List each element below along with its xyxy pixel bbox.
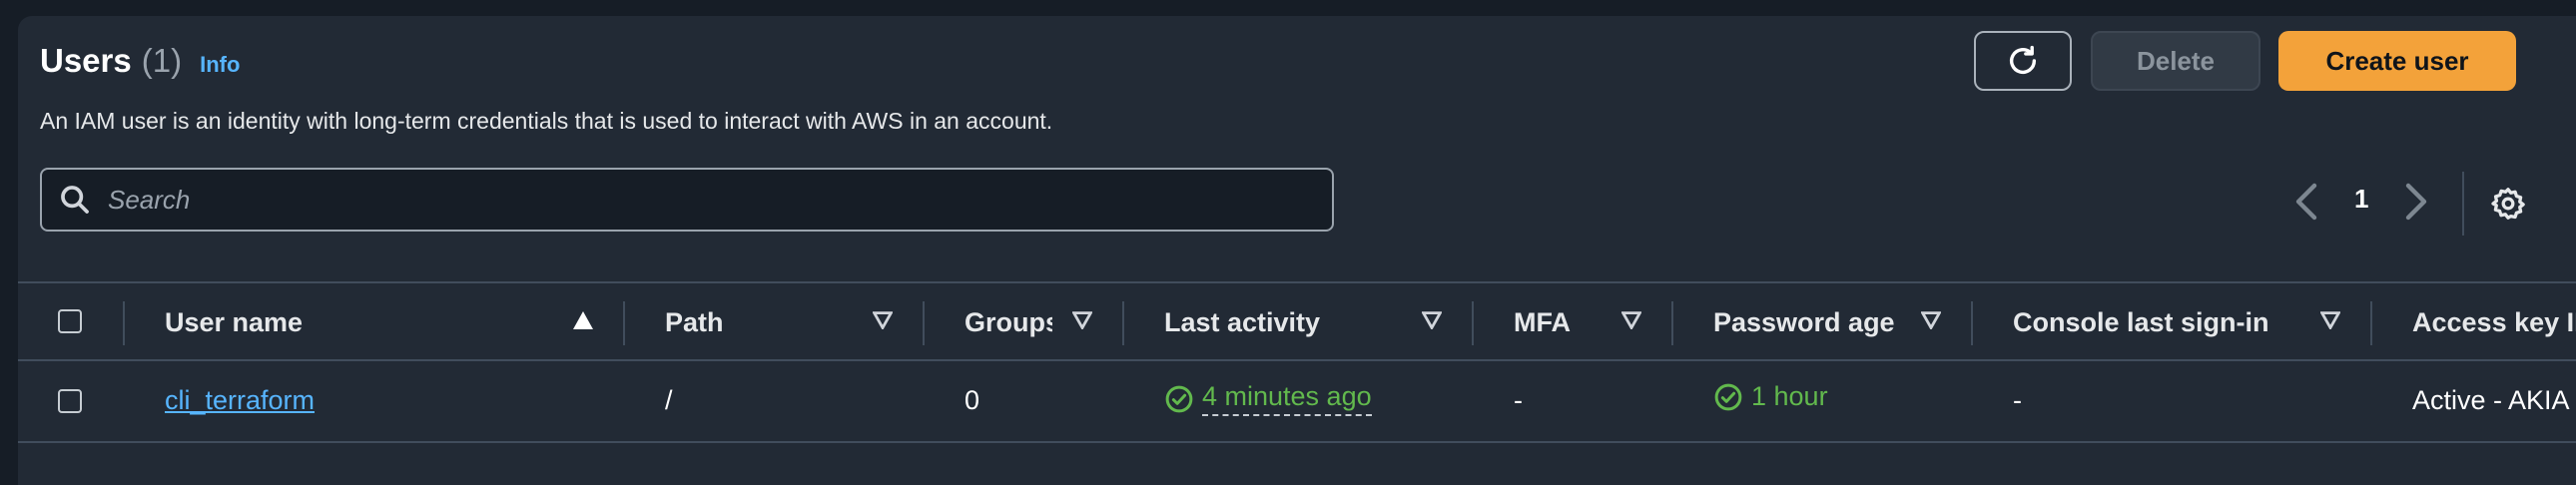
- page-description: An IAM user is an identity with long-ter…: [40, 108, 1053, 134]
- sort-icon[interactable]: [1921, 311, 1941, 329]
- table-header: User name Path Groups Last activity MFA …: [18, 281, 2576, 361]
- access-key-cell: Active - AKIA: [2412, 385, 2570, 415]
- check-circle-icon: [1165, 385, 1193, 412]
- refresh-icon: [2009, 45, 2037, 74]
- refresh-button[interactable]: [1974, 31, 2072, 91]
- gear-icon: [2491, 188, 2525, 220]
- chevron-left-icon: [2295, 183, 2317, 221]
- search-field[interactable]: [40, 168, 1334, 232]
- column-divider: [1122, 301, 1124, 345]
- sort-icon[interactable]: [2320, 311, 2340, 329]
- password-age-cell: 1 hour: [1713, 381, 1828, 412]
- toolbar-divider: [2462, 172, 2464, 236]
- column-divider: [123, 301, 125, 345]
- select-all-checkbox[interactable]: [58, 309, 82, 333]
- column-header-last-activity[interactable]: Last activity: [1164, 307, 1320, 338]
- table-preferences-button[interactable]: [2490, 186, 2526, 227]
- sort-icon[interactable]: [1422, 311, 1442, 329]
- chevron-right-icon: [2405, 183, 2427, 221]
- sort-icon[interactable]: [873, 311, 893, 329]
- column-divider: [1971, 301, 1973, 345]
- mfa-cell: -: [1514, 385, 1523, 415]
- column-header-path[interactable]: Path: [665, 307, 724, 338]
- column-header-groups[interactable]: Groups: [965, 307, 1052, 338]
- last-activity-value: 4 minutes ago: [1202, 381, 1372, 416]
- column-divider: [1472, 301, 1474, 345]
- sort-icon[interactable]: [1621, 311, 1641, 329]
- column-divider: [923, 301, 925, 345]
- row-select-checkbox[interactable]: [58, 389, 82, 413]
- user-name-link[interactable]: cli_terraform: [165, 385, 315, 416]
- info-link[interactable]: Info: [200, 52, 240, 78]
- groups-cell: 0: [965, 385, 980, 415]
- password-age-value: 1 hour: [1751, 381, 1828, 411]
- check-circle-icon: [1714, 383, 1742, 410]
- previous-page-button[interactable]: [2294, 182, 2318, 222]
- column-header-password-age[interactable]: Password age: [1713, 307, 1895, 338]
- search-input[interactable]: [106, 183, 1332, 217]
- delete-button[interactable]: Delete: [2091, 31, 2260, 91]
- column-divider: [623, 301, 625, 345]
- column-header-access-key-id[interactable]: Access key ID: [2412, 307, 2576, 338]
- panel-header: Users (1) Info: [40, 42, 240, 80]
- console-last-sign-in-cell: -: [2013, 385, 2022, 415]
- next-page-button[interactable]: [2404, 182, 2428, 222]
- sort-icon[interactable]: [1072, 311, 1092, 329]
- column-divider: [1671, 301, 1673, 345]
- column-header-mfa[interactable]: MFA: [1514, 307, 1571, 338]
- current-page-number[interactable]: 1: [2354, 184, 2368, 215]
- page-title: Users: [40, 42, 132, 79]
- last-activity-cell[interactable]: 4 minutes ago: [1164, 381, 1372, 416]
- create-user-button[interactable]: Create user: [2278, 31, 2516, 91]
- sort-ascending-icon[interactable]: [573, 311, 593, 329]
- search-icon: [61, 186, 89, 214]
- column-divider: [2370, 301, 2372, 345]
- table-row: cli_terraform / 0 4 minutes ago - 1 hour…: [18, 361, 2576, 443]
- user-count: (1): [141, 42, 183, 79]
- path-cell: /: [665, 385, 673, 415]
- column-header-user-name[interactable]: User name: [165, 307, 303, 338]
- column-header-console-last-sign-in[interactable]: Console last sign-in: [2013, 307, 2269, 338]
